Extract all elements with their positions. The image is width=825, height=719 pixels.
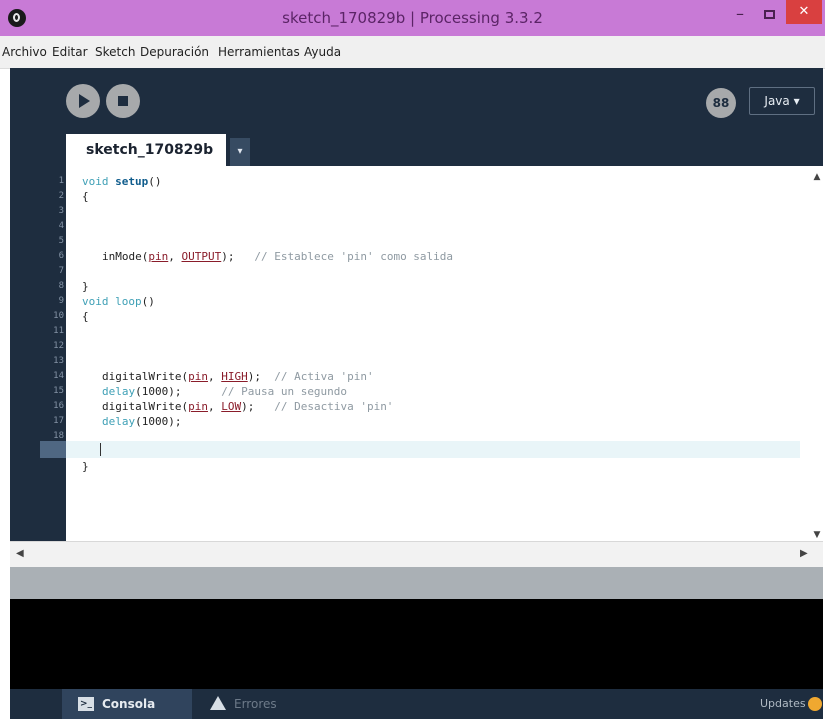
- code-line-7: }: [82, 280, 89, 293]
- menu-editar[interactable]: Editar: [52, 36, 88, 68]
- console-output[interactable]: [10, 599, 823, 689]
- scroll-left-icon[interactable]: ◀: [16, 548, 24, 559]
- line-number-gutter: 1 2 3 4 5 6 7 8 9 10 11 12 13 14 15 16 1…: [10, 166, 66, 541]
- current-line-gutter-highlight: [40, 441, 66, 458]
- code-text: (): [148, 175, 162, 188]
- function-name: delay: [102, 415, 136, 428]
- vertical-scrollbar[interactable]: [810, 166, 823, 541]
- code-text: (1000);: [135, 415, 182, 428]
- line-number: 7: [58, 266, 64, 276]
- code-text: );: [221, 250, 235, 263]
- line-number: 12: [53, 341, 64, 351]
- code-text: ,: [207, 370, 222, 383]
- code-line-14: delay(1000);: [102, 414, 181, 429]
- constant-name: OUTPUT: [181, 250, 222, 263]
- code-text: );: [247, 370, 261, 383]
- line-number: 1: [58, 176, 64, 186]
- variable-name: pin: [148, 250, 169, 263]
- code-comment: // Desactiva 'pin': [254, 400, 394, 413]
- function-name: digitalWrite: [102, 400, 182, 413]
- code-line-8: void loop(): [82, 294, 155, 309]
- constant-name: LOW: [221, 400, 242, 413]
- keyword: void: [82, 175, 116, 188]
- code-text: ,: [207, 400, 222, 413]
- line-number: 9: [58, 296, 64, 306]
- minimize-button[interactable]: –: [728, 3, 752, 27]
- close-button[interactable]: ✕: [786, 0, 822, 24]
- menu-sketch[interactable]: Sketch: [95, 36, 135, 68]
- function-name: inMode: [102, 250, 142, 263]
- tab-menu-button[interactable]: ▾: [230, 138, 250, 166]
- tab-label: sketch_170829b: [86, 142, 214, 158]
- variable-name: pin: [188, 400, 208, 413]
- menu-herramientas[interactable]: Herramientas: [218, 36, 300, 68]
- status-strip: [10, 567, 823, 599]
- code-line-16: }: [82, 460, 89, 473]
- function-name: loop: [115, 295, 142, 308]
- line-number: 8: [58, 281, 64, 291]
- line-number: 11: [53, 326, 64, 336]
- console-label: Consola: [102, 697, 156, 711]
- menu-archivo[interactable]: Archivo: [2, 36, 47, 68]
- function-name: setup: [115, 175, 149, 188]
- code-line-2: {: [82, 190, 89, 203]
- line-number: 17: [53, 416, 64, 426]
- line-number: 15: [53, 386, 64, 396]
- warning-icon[interactable]: [210, 696, 226, 710]
- code-line-11: digitalWrite(pin, HIGH); // Activa 'pin': [102, 369, 374, 384]
- horizontal-scrollbar[interactable]: ◀ ▶: [10, 541, 823, 567]
- scroll-down-icon[interactable]: ▼: [812, 530, 822, 540]
- line-number: 13: [53, 356, 64, 366]
- code-line-12: delay(1000); // Pausa un segundo: [102, 384, 347, 399]
- code-line-9: {: [82, 310, 89, 323]
- menu-bar: Archivo Editar Sketch Depuración Herrami…: [0, 36, 825, 69]
- code-editor[interactable]: [66, 166, 810, 541]
- stop-button[interactable]: [106, 84, 140, 118]
- code-comment: // Establece 'pin' como salida: [234, 250, 454, 263]
- line-number: 5: [58, 236, 64, 246]
- text-cursor: [100, 443, 101, 456]
- tab-sketch[interactable]: sketch_170829b: [66, 134, 226, 166]
- scroll-up-icon[interactable]: ▲: [812, 172, 822, 182]
- code-comment: // Activa 'pin': [260, 370, 374, 383]
- menu-depuracion[interactable]: Depuración: [140, 36, 209, 68]
- tab-console[interactable]: >_ Consola: [62, 689, 192, 719]
- code-comment: // Pausa un segundo: [181, 385, 348, 398]
- maximize-button[interactable]: [758, 3, 782, 27]
- scroll-right-icon[interactable]: ▶: [800, 548, 808, 559]
- function-name: digitalWrite: [102, 370, 182, 383]
- code-text: ,: [168, 250, 182, 263]
- window-title: sketch_170829b | Processing 3.3.2: [282, 9, 543, 27]
- line-number: 2: [58, 191, 64, 201]
- code-line-5: inMode(pin, OUTPUT); // Establece 'pin' …: [102, 249, 453, 264]
- terminal-icon: >_: [78, 697, 94, 711]
- code-line-13: digitalWrite(pin, LOW); // Desactiva 'pi…: [102, 399, 393, 414]
- line-number: 16: [53, 401, 64, 411]
- run-button[interactable]: [66, 84, 100, 118]
- line-number: 3: [58, 206, 64, 216]
- code-text: );: [241, 400, 255, 413]
- code-text: (): [141, 295, 155, 308]
- tab-errors[interactable]: Errores: [234, 689, 277, 719]
- line-number: 6: [58, 251, 64, 261]
- function-name: delay: [102, 385, 136, 398]
- keyword: void: [82, 295, 116, 308]
- menu-ayuda[interactable]: Ayuda: [304, 36, 341, 68]
- debugger-button[interactable]: 88: [706, 88, 736, 118]
- mode-selector[interactable]: Java ▾: [749, 87, 815, 115]
- code-line-1: void setup(): [82, 174, 162, 189]
- updates-badge-icon[interactable]: [808, 697, 822, 711]
- line-number: 10: [53, 311, 64, 321]
- current-line-highlight: [66, 441, 800, 458]
- updates-link[interactable]: Updates: [760, 689, 806, 719]
- constant-name: HIGH: [221, 370, 248, 383]
- line-number: 4: [58, 221, 64, 231]
- line-number: 14: [53, 371, 64, 381]
- code-text: (1000);: [135, 385, 182, 398]
- variable-name: pin: [188, 370, 208, 383]
